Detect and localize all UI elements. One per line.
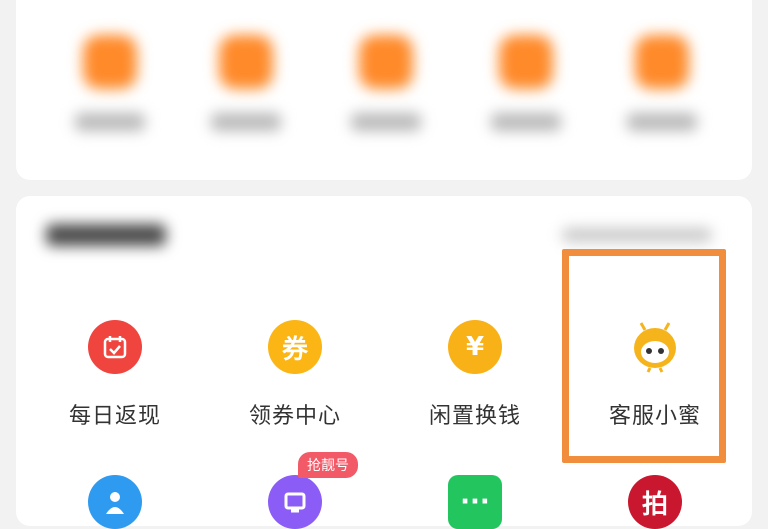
shortcut-label — [491, 113, 561, 131]
green-chat-icon: ··· — [448, 475, 502, 529]
highlight-box — [562, 249, 726, 463]
shortcut-label — [75, 113, 145, 131]
shortcut-item-3[interactable] — [338, 35, 434, 131]
shortcut-label — [351, 113, 421, 131]
tool-row2-1[interactable] — [40, 475, 190, 529]
tool-label: 领券中心 — [248, 404, 341, 429]
orange-shortcut-icon — [499, 35, 553, 89]
orange-shortcut-icon — [83, 35, 137, 89]
orange-shortcut-icon — [219, 35, 273, 89]
blue-person-icon — [88, 475, 142, 529]
coupon-icon: 券 — [268, 320, 322, 374]
auction-icon: 拍 — [628, 475, 682, 529]
shortcut-item-5[interactable] — [614, 35, 710, 131]
shortcut-item-1[interactable] — [62, 35, 158, 131]
section-more-link[interactable] — [562, 228, 712, 242]
shortcut-card — [16, 0, 752, 180]
tool-row2-4[interactable]: 拍 — [580, 475, 730, 529]
purple-number-icon — [268, 475, 322, 529]
shortcut-item-4[interactable] — [478, 35, 574, 131]
section-title — [46, 224, 166, 246]
tool-label: 闲置换钱 — [428, 404, 521, 429]
orange-shortcut-icon — [635, 35, 689, 89]
tool-row2-3[interactable]: ··· — [400, 475, 550, 529]
shortcut-label — [627, 113, 697, 131]
yen-coin-icon: ¥ — [448, 320, 502, 374]
shortcut-label — [211, 113, 281, 131]
tool-row2-2[interactable] — [220, 475, 370, 529]
tool-daily-cashback[interactable]: 每日返现 — [40, 320, 190, 430]
shortcut-item-2[interactable] — [198, 35, 294, 131]
tool-label: 每日返现 — [68, 404, 161, 429]
orange-shortcut-icon — [359, 35, 413, 89]
tool-idle-exchange[interactable]: ¥ 闲置换钱 — [400, 320, 550, 430]
tool-coupon-center[interactable]: 券 领券中心 — [220, 320, 370, 430]
new-number-badge: 抢靓号 — [298, 452, 358, 478]
calendar-check-icon — [88, 320, 142, 374]
